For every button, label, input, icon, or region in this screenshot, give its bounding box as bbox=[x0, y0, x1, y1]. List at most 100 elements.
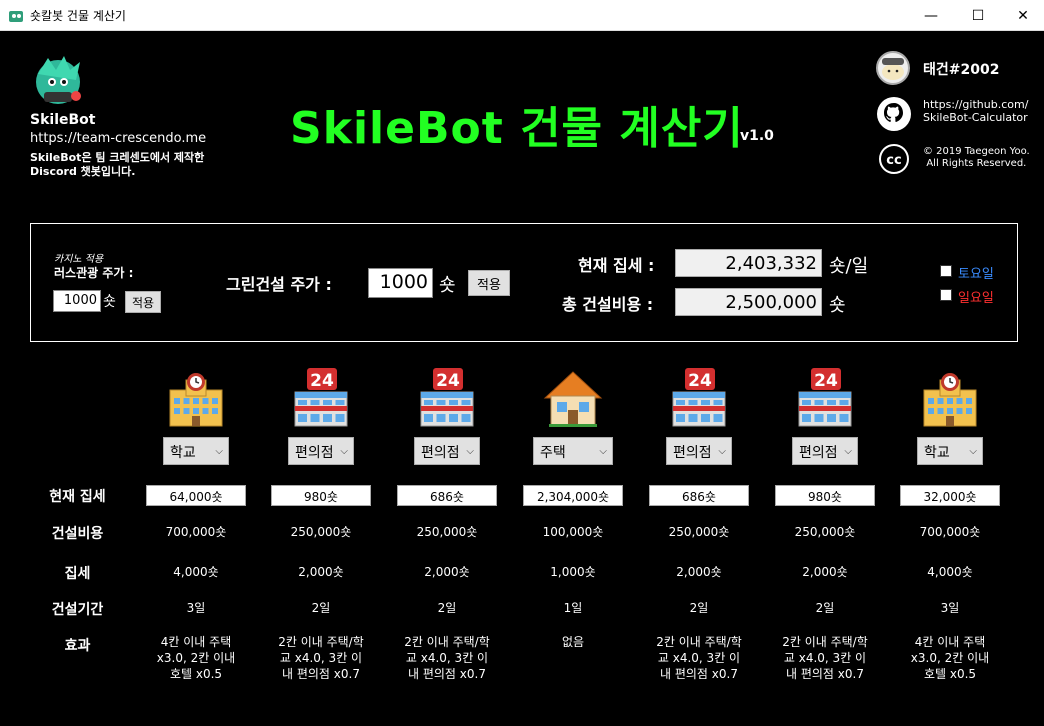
rent-cell: 4,000숏 bbox=[927, 565, 973, 579]
maximize-button[interactable]: ☐ bbox=[955, 0, 1001, 31]
github-line2: SkileBot-Calculator bbox=[923, 111, 1028, 124]
effect-cell: 4칸 이내 주택 x3.0, 2칸 이내 호텔 x0.5 bbox=[910, 635, 990, 681]
svg-text:24: 24 bbox=[688, 371, 712, 391]
sunday-label[interactable]: 일요일 bbox=[958, 287, 994, 306]
window-title: 숏칼봇 건물 계산기 bbox=[30, 9, 126, 23]
current-rent-cell: 686숏 bbox=[397, 485, 497, 506]
rent-cell: 4,000숏 bbox=[173, 565, 219, 579]
building-type-select[interactable]: 편의점 ⌵ bbox=[414, 437, 480, 465]
creative-commons-icon: cc bbox=[877, 142, 911, 176]
build-cost-cell: 250,000숏 bbox=[416, 525, 478, 539]
green-price-unit: 숏 bbox=[439, 275, 456, 296]
github-line1: https://github.com/ bbox=[923, 98, 1029, 111]
total-cost-unit: 숏 bbox=[829, 295, 846, 316]
building-type-value: 편의점 bbox=[799, 445, 838, 461]
minimize-button[interactable]: — bbox=[908, 0, 954, 31]
effect-cell: 2칸 이내 주택/학교 x4.0, 3칸 이내 편의점 x0.7 bbox=[656, 635, 742, 681]
building-type-select[interactable]: 주택 ⌵ bbox=[533, 437, 613, 465]
build-time-cell: 2일 bbox=[311, 601, 331, 615]
settings-panel bbox=[30, 223, 1018, 342]
tourism-price-unit: 숏 bbox=[103, 294, 116, 310]
rent-cell: 2,000숏 bbox=[676, 565, 722, 579]
convenience-store-icon: 24 bbox=[415, 366, 479, 430]
chevron-down-icon: ⌵ bbox=[844, 446, 852, 457]
copyright-line2: All Rights Reserved. bbox=[926, 158, 1027, 169]
rent-cell: 2,000숏 bbox=[298, 565, 344, 579]
current-rent-cell: 980숏 bbox=[271, 485, 371, 506]
building-type-select[interactable]: 편의점 ⌵ bbox=[792, 437, 858, 465]
row-label-build-time: 건설기간 bbox=[51, 602, 104, 618]
effect-cell: 4칸 이내 주택 x3.0, 2칸 이내 호텔 x0.5 bbox=[156, 635, 236, 681]
green-price-label: 그린건설 주가 : bbox=[226, 275, 332, 294]
convenience-store-icon: 24 bbox=[793, 366, 857, 430]
total-cost-value: 2,500,000 bbox=[675, 288, 822, 316]
chevron-down-icon: ⌵ bbox=[718, 446, 726, 457]
window-titlebar: 숏칼봇 건물 계산기 — ☐ ✕ bbox=[0, 0, 1044, 31]
current-rent-cell: 686숏 bbox=[649, 485, 749, 506]
current-rent-cell: 64,000숏 bbox=[146, 485, 246, 506]
building-type-value: 편의점 bbox=[673, 445, 712, 461]
building-type-select[interactable]: 학교 ⌵ bbox=[163, 437, 229, 465]
building-type-value: 학교 bbox=[170, 445, 196, 461]
building-type-select[interactable]: 편의점 ⌵ bbox=[666, 437, 732, 465]
tourism-price-input[interactable]: 1000 bbox=[53, 290, 101, 312]
casino-note: 카지노 적용 bbox=[54, 254, 104, 265]
chevron-down-icon: ⌵ bbox=[466, 446, 474, 457]
total-cost-label: 총 건설비용 : bbox=[562, 295, 654, 314]
green-apply-button[interactable]: 적용 bbox=[468, 270, 510, 296]
copyright-text: © 2019 Taegeon Yoo. All Rights Reserved. bbox=[923, 146, 1030, 170]
building-type-value: 편의점 bbox=[421, 445, 460, 461]
build-cost-cell: 250,000숏 bbox=[290, 525, 352, 539]
build-cost-cell: 100,000숏 bbox=[542, 525, 604, 539]
bot-logo-icon bbox=[36, 56, 81, 104]
build-cost-cell: 700,000숏 bbox=[165, 525, 227, 539]
github-icon[interactable] bbox=[876, 96, 912, 132]
current-rent-unit: 숏/일 bbox=[829, 256, 869, 277]
convenience-store-icon: 24 bbox=[289, 366, 353, 430]
saturday-label[interactable]: 토요일 bbox=[958, 263, 994, 282]
tourism-apply-button[interactable]: 적용 bbox=[125, 291, 161, 313]
svg-text:24: 24 bbox=[814, 371, 838, 391]
build-time-cell: 2일 bbox=[689, 601, 709, 615]
build-cost-cell: 250,000숏 bbox=[794, 525, 856, 539]
avatar-face-icon bbox=[882, 58, 904, 80]
svg-text:cc: cc bbox=[886, 153, 901, 168]
chevron-down-icon: ⌵ bbox=[599, 446, 607, 457]
bot-url: https://team-crescendo.me bbox=[30, 131, 207, 146]
current-rent-label: 현재 집세 : bbox=[578, 256, 655, 275]
building-type-select[interactable]: 학교 ⌵ bbox=[917, 437, 983, 465]
svg-text:24: 24 bbox=[436, 371, 460, 391]
build-time-cell: 3일 bbox=[940, 601, 960, 615]
rent-cell: 2,000숏 bbox=[802, 565, 848, 579]
rent-cell: 2,000숏 bbox=[424, 565, 470, 579]
current-rent-cell: 32,000숏 bbox=[900, 485, 1000, 506]
close-button[interactable]: ✕ bbox=[1000, 0, 1044, 31]
chevron-down-icon: ⌵ bbox=[215, 446, 223, 457]
green-price-input[interactable]: 1000 bbox=[368, 268, 433, 298]
current-rent-cell: 2,304,000숏 bbox=[523, 485, 623, 506]
build-time-cell: 1일 bbox=[563, 601, 583, 615]
building-type-value: 주택 bbox=[540, 445, 566, 461]
app-icon bbox=[9, 11, 23, 22]
building-type-value: 편의점 bbox=[295, 445, 334, 461]
avatar bbox=[876, 51, 910, 85]
github-link[interactable]: https://github.com/ SkileBot-Calculator bbox=[923, 98, 1028, 124]
row-label-effect: 효과 bbox=[64, 638, 91, 654]
svg-text:24: 24 bbox=[310, 371, 334, 391]
row-label-rent: 집세 bbox=[64, 566, 91, 582]
build-time-cell: 2일 bbox=[437, 601, 457, 615]
copyright-line1: © 2019 Taegeon Yoo. bbox=[923, 146, 1030, 157]
chevron-down-icon: ⌵ bbox=[340, 446, 348, 457]
current-rent-cell: 980숏 bbox=[775, 485, 875, 506]
build-cost-cell: 700,000숏 bbox=[919, 525, 981, 539]
sunday-checkbox[interactable] bbox=[940, 289, 952, 301]
effect-cell: 2칸 이내 주택/학교 x4.0, 3칸 이내 편의점 x0.7 bbox=[404, 635, 490, 681]
rent-cell: 1,000숏 bbox=[550, 565, 596, 579]
version-label: v1.0 bbox=[740, 128, 774, 144]
chevron-down-icon: ⌵ bbox=[969, 446, 977, 457]
saturday-checkbox[interactable] bbox=[940, 265, 952, 277]
bot-name: SkileBot bbox=[30, 112, 96, 128]
building-type-select[interactable]: 편의점 ⌵ bbox=[288, 437, 354, 465]
effect-cell: 없음 bbox=[561, 635, 585, 649]
author-username: 태건#2002 bbox=[923, 62, 1000, 78]
